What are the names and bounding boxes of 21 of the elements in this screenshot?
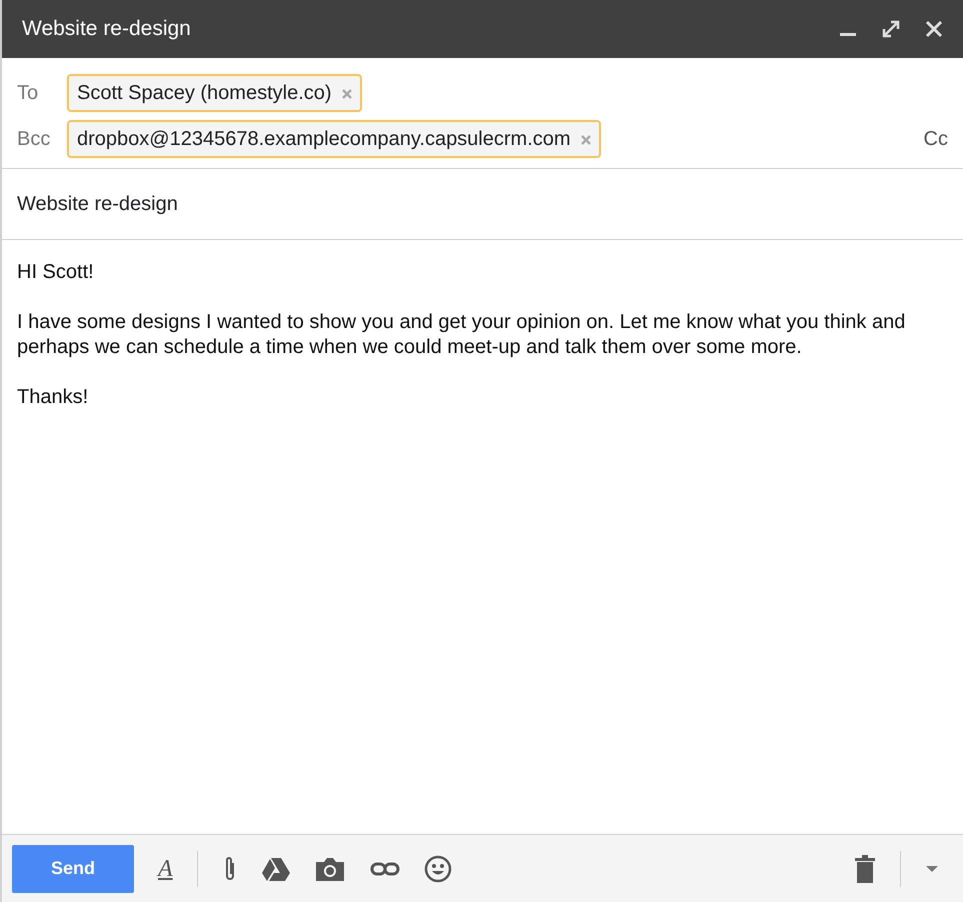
recipient-name: Scott Spacey (homestyle.co) xyxy=(77,81,332,106)
field-label: Bcc xyxy=(17,127,52,152)
trash-icon[interactable] xyxy=(854,854,876,882)
close-icon[interactable] xyxy=(925,20,943,38)
body-paragraph: HI Scott! xyxy=(17,260,95,285)
recipient-name: dropbox@12345678.examplecompany.capsulecrm.com xyxy=(77,127,571,152)
caret-icon[interactable] xyxy=(925,864,939,872)
recipient-chip[interactable]: Scott Spacey (homestyle.co) xyxy=(67,74,362,112)
field-label: To xyxy=(17,81,40,106)
link-icon[interactable] xyxy=(370,860,400,876)
body-paragraph: Thanks! xyxy=(17,385,90,410)
body-paragraph: I have some designs I wanted to show you and get your opinion on. Let me know what you think and perhaps we can schedule a time when we could meet-up and talk them over some more. xyxy=(17,310,906,360)
window-title: Website re-design xyxy=(22,16,192,42)
cc-link[interactable]: Cc xyxy=(898,124,948,154)
subject-field[interactable]: Website re-design xyxy=(17,189,178,219)
camera-icon[interactable] xyxy=(314,856,346,882)
expand-icon[interactable] xyxy=(881,19,901,39)
recipient-chip[interactable]: dropbox@12345678.examplecompany.capsulecrm.com xyxy=(67,120,601,158)
drive-icon[interactable] xyxy=(262,856,290,880)
formatting-icon[interactable]: A xyxy=(158,850,173,886)
emoji-icon[interactable] xyxy=(424,854,452,882)
